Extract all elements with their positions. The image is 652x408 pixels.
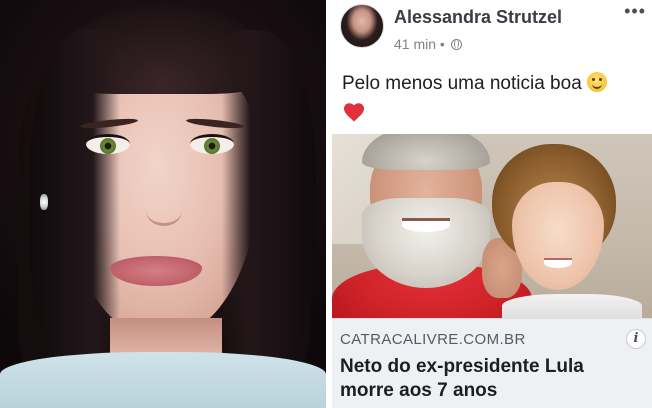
post-message: Pelo menos uma noticia boa [342,73,582,94]
author-name[interactable]: Alessandra Strutzel [394,7,562,28]
link-title[interactable]: Neto do ex-presidente Lula morre aos 7 a… [340,355,630,403]
link-info[interactable]: CATRACALIVRE.COM.BR Neto do ex-president… [332,318,652,408]
man-hair [362,134,490,170]
link-domain: CATRACALIVRE.COM.BR [340,331,526,348]
link-preview-card[interactable]: CATRACALIVRE.COM.BR Neto do ex-president… [332,134,652,408]
iris [100,138,116,154]
profile-photo [0,0,326,408]
earring [40,194,48,210]
shirt [0,352,326,408]
info-icon[interactable]: i [626,329,646,349]
boy-smile [544,258,572,268]
man-smile [402,218,450,232]
hair-right [222,30,316,390]
post-header: Alessandra Strutzel 41 min • ••• [332,0,652,60]
globe-icon[interactable] [450,39,462,50]
smile-icon [587,72,608,92]
hair-left [30,30,120,390]
post-meta: 41 min • [394,36,462,52]
heart-icon [344,103,364,122]
eye-right [190,134,234,154]
link-preview-image[interactable] [332,134,652,318]
eye-left [86,134,130,154]
boy-shirt [502,294,642,318]
nose [146,196,182,226]
facebook-post: Alessandra Strutzel 41 min • ••• Pelo me… [332,0,652,408]
post-time[interactable]: 41 min [394,36,436,52]
more-options-icon[interactable]: ••• [624,2,646,20]
meta-separator: • [439,36,445,52]
author-avatar[interactable] [340,4,384,48]
boy-face [512,182,604,290]
iris [204,138,220,154]
post-text: Pelo menos uma noticia boa [342,70,648,98]
